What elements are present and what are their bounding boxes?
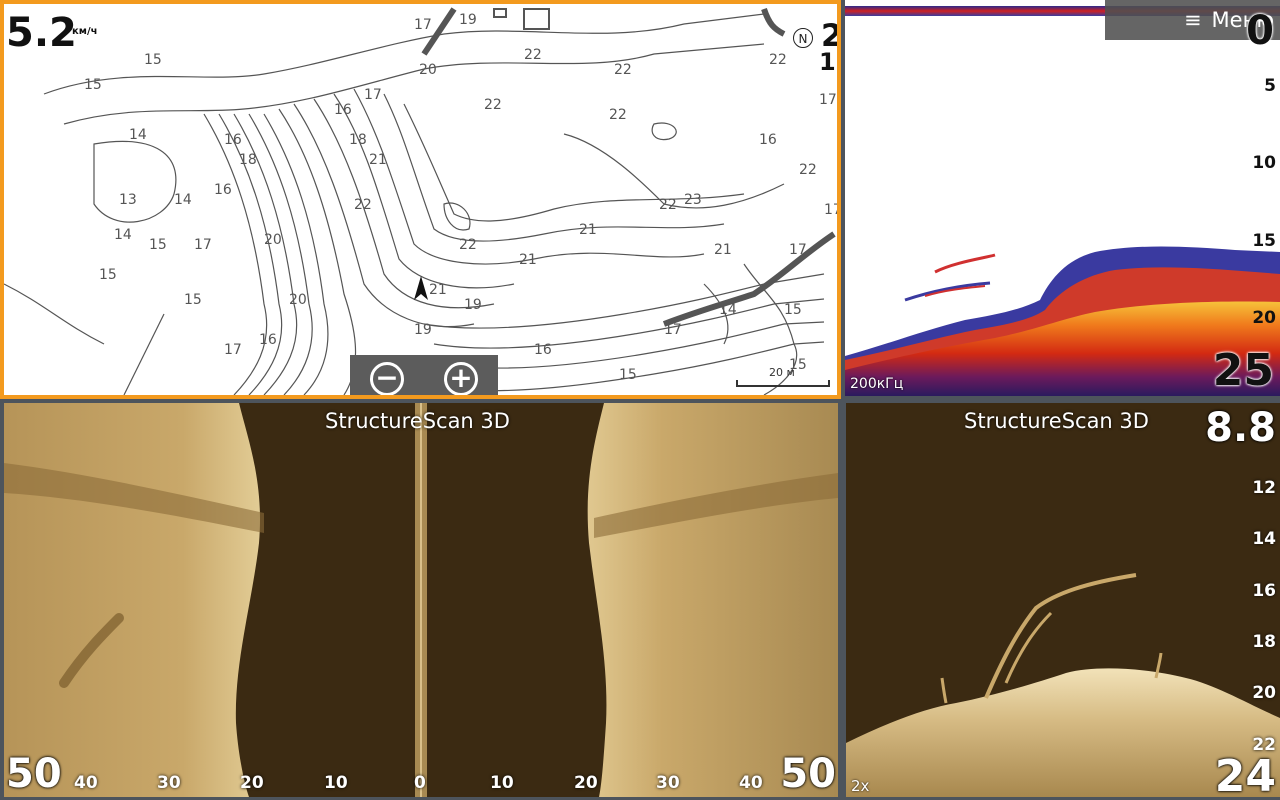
side-range-tick: 20 [240, 773, 264, 793]
contour-label: 16 [214, 182, 232, 198]
sonar-depth-tick: 5 [1264, 76, 1276, 96]
contour-label: 22 [354, 197, 372, 213]
down-depth-tick: 14 [1252, 529, 1276, 549]
side-range-tick: 40 [739, 773, 763, 793]
down-depth-tick: 12 [1252, 478, 1276, 498]
side-range-tick: 20 [574, 773, 598, 793]
contour-label: 21 [579, 222, 597, 238]
contour-label: 21 [429, 282, 447, 298]
contour-label: 16 [534, 342, 552, 358]
structurescan-down-pane[interactable]: StructureScan 3D 8.8 12 14 16 18 20 22 2… [846, 403, 1280, 797]
structurescan-side-title: StructureScan 3D [325, 409, 510, 433]
side-range-tick: 10 [324, 773, 348, 793]
chart-map-pane[interactable]: 15 15 14 13 14 14 15 15 15 16 16 16 16 1… [0, 0, 841, 399]
contour-label: 16 [224, 132, 242, 148]
contour-label: 15 [619, 367, 637, 383]
north-label: N [798, 32, 808, 46]
sonar-depth-top: 0 [1246, 8, 1274, 54]
down-depth-bottom: 24 [1214, 751, 1276, 797]
contour-label: 22 [659, 197, 677, 213]
scale-label: 20 м [769, 366, 795, 379]
sonar-depth-tick: 15 [1252, 231, 1276, 251]
contour-label: 17 [414, 17, 432, 33]
side-range-tick: 10 [490, 773, 514, 793]
contour-label: 21 [369, 152, 387, 168]
side-range-tick: 30 [157, 773, 181, 793]
down-depth-tick: 16 [1252, 581, 1276, 601]
downscan-image [846, 573, 1280, 797]
contour-label: 19 [459, 12, 477, 28]
zoom-in-button[interactable]: + [444, 362, 478, 395]
voltage-value: 12.1 [819, 48, 837, 76]
sonar-pane[interactable]: ≡ Меню 0 5 10 15 20 25 200кГц [845, 0, 1280, 396]
boat-position-icon [414, 276, 428, 300]
contour-label: 16 [759, 132, 777, 148]
sonar-depth-tick: 20 [1252, 308, 1276, 328]
contour-label: 16 [334, 102, 352, 118]
side-range-tick: 40 [74, 773, 98, 793]
down-depth-tick: 18 [1252, 632, 1276, 652]
sidescan-image [4, 403, 838, 797]
contour-label: 22 [524, 47, 542, 63]
contour-label: 17 [364, 87, 382, 103]
side-range-tick: 0 [414, 773, 426, 793]
contour-label: 15 [149, 237, 167, 253]
side-range-tick: 30 [656, 773, 680, 793]
sonar-echo [845, 6, 1280, 396]
down-depth-top: 8.8 [1205, 405, 1276, 451]
contour-label: 15 [184, 292, 202, 308]
contour-label: 20 [419, 62, 437, 78]
contour-label: 21 [714, 242, 732, 258]
contour-label: 13 [119, 192, 137, 208]
contour-label: 19 [464, 297, 482, 313]
contour-label: 15 [144, 52, 162, 68]
speed-value: 5.2 [6, 10, 77, 56]
contour-label: 17 [194, 237, 212, 253]
down-depth-tick: 20 [1252, 683, 1276, 703]
contour-label: 22 [459, 237, 477, 253]
side-range-right: 50 [780, 751, 836, 797]
down-zoom-level: 2x [851, 777, 870, 795]
north-compass-icon[interactable]: N [793, 28, 813, 48]
contour-label: 21 [519, 252, 537, 268]
contour-label: 17 [819, 92, 837, 108]
sonar-frequency: 200кГц [850, 376, 904, 392]
contour-label: 22 [769, 52, 787, 68]
contour-label: 23 [684, 192, 702, 208]
contour-label: 15 [84, 77, 102, 93]
contour-label: 20 [264, 232, 282, 248]
structurescan-side-pane[interactable]: StructureScan 3D 50 50 40 30 20 10 0 10 … [4, 403, 838, 797]
contour-label: 22 [614, 62, 632, 78]
contour-label: 22 [609, 107, 627, 123]
contour-label: 15 [784, 302, 802, 318]
contour-label: 16 [259, 332, 277, 348]
contour-label: 17 [824, 202, 837, 218]
contour-label: 22 [484, 97, 502, 113]
structurescan-down-title: StructureScan 3D [964, 409, 1149, 433]
contour-lines: 15 15 14 13 14 14 15 15 15 16 16 16 16 1… [4, 7, 837, 395]
sonar-depth-bottom: 25 [1212, 345, 1274, 396]
contour-label: 20 [289, 292, 307, 308]
side-range-left: 50 [6, 751, 62, 797]
contour-label: 18 [239, 152, 257, 168]
contour-label: 14 [114, 227, 132, 243]
zoom-out-button[interactable]: − [370, 362, 404, 395]
contour-label: 17 [224, 342, 242, 358]
zoom-controls: − + [350, 355, 498, 395]
sonar-depth-tick: 10 [1252, 153, 1276, 173]
contour-label: 14 [174, 192, 192, 208]
speed-unit: км/ч [72, 26, 98, 37]
contour-label: 14 [129, 127, 147, 143]
menu-hamburger-icon: ≡ [1183, 8, 1202, 32]
contour-label: 18 [349, 132, 367, 148]
contour-label: 19 [414, 322, 432, 338]
contour-label: 22 [799, 162, 817, 178]
contour-label: 15 [99, 267, 117, 283]
